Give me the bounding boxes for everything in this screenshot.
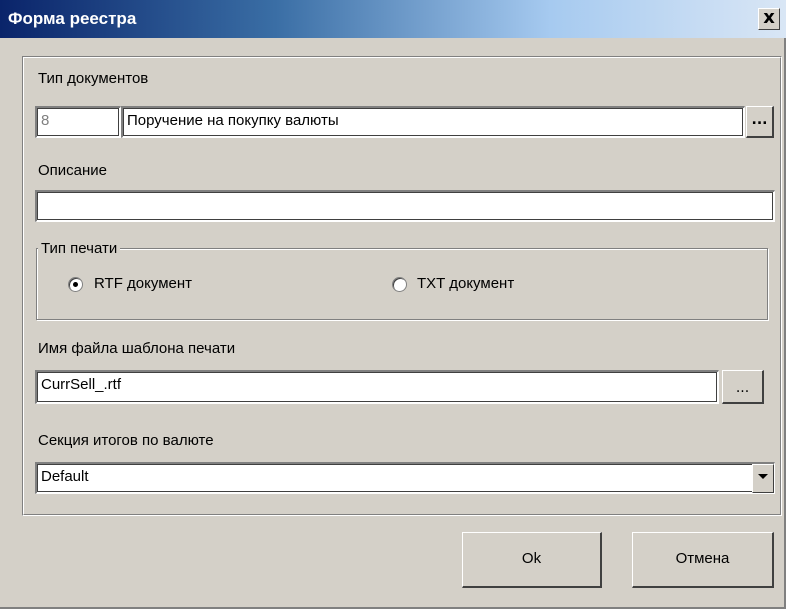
ok-button[interactable]: Ok [462, 532, 602, 588]
txt-radio[interactable] [392, 277, 407, 292]
currency-section-label: Секция итогов по валюте [38, 432, 214, 449]
rtf-option-label[interactable]: RTF документ [94, 275, 192, 292]
doc-type-code-field[interactable]: 8 [35, 106, 121, 138]
cancel-button[interactable]: Отмена [632, 532, 774, 588]
close-button[interactable]: x [758, 8, 780, 30]
radio-selected-dot [73, 282, 78, 287]
txt-option-label[interactable]: TXT документ [417, 275, 514, 292]
rtf-radio[interactable] [68, 277, 83, 292]
dropdown-arrow-button[interactable] [752, 464, 774, 493]
template-file-input[interactable]: CurrSell_.rtf [35, 370, 719, 404]
template-file-label: Имя файла шаблона печати [38, 340, 236, 357]
currency-section-select[interactable]: Default [35, 462, 775, 494]
doc-type-label: Тип документов [38, 70, 149, 87]
chevron-down-icon [758, 474, 768, 479]
window-title: Форма реестра [8, 9, 137, 28]
currency-section-value: Default [41, 468, 89, 485]
description-input[interactable] [35, 190, 775, 222]
doc-type-name-field[interactable]: Поручение на покупку валюты [121, 106, 745, 138]
doc-type-browse-button[interactable]: ... [746, 106, 774, 138]
template-browse-button[interactable]: ... [722, 370, 764, 404]
print-type-legend: Тип печати [38, 240, 121, 257]
dialog-window: Форма реестра x Тип документов 8 Поручен… [0, 0, 786, 609]
description-label: Описание [38, 162, 108, 179]
title-bar: Форма реестра x [0, 0, 786, 38]
